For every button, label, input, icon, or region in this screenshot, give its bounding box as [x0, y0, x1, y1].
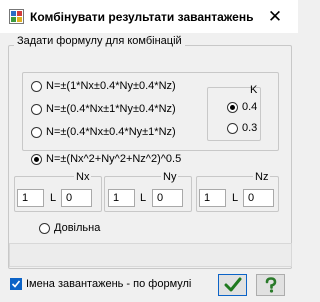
names-by-formula-label: Імена завантажень - по формулі	[26, 278, 192, 290]
nz-separator: L	[232, 192, 239, 204]
k-option-0-3[interactable]: 0.3	[227, 122, 257, 134]
range-label-ny: Ny	[161, 171, 179, 183]
nz-to-field[interactable]: 0	[243, 189, 274, 207]
range-label-nx: Nx	[74, 171, 92, 183]
range-label-nz: Nz	[253, 171, 271, 183]
radio-button-selected[interactable]	[31, 153, 42, 165]
custom-formula-option[interactable]: Довільна	[39, 222, 100, 234]
formula-option-label: N=±(0.4*Nx±0.4*Ny±1*Nz)	[46, 126, 176, 138]
radio-button[interactable]	[31, 80, 42, 92]
checkmark-icon	[11, 280, 21, 288]
formula-option-3[interactable]: N=±(0.4*Nx±0.4*Ny±1*Nz)	[31, 126, 176, 138]
window-title: Комбінувати результати завантажень	[30, 10, 254, 24]
help-button[interactable]	[256, 274, 285, 296]
radio-button[interactable]	[39, 222, 50, 234]
checkmark-icon	[224, 277, 241, 292]
ny-separator: L	[140, 192, 147, 204]
nx-from-field[interactable]: 1	[17, 189, 44, 207]
k-option-0-4[interactable]: 0.4	[227, 101, 257, 113]
ok-button[interactable]	[218, 274, 247, 296]
title-bar: Комбінувати результати завантажень ✕	[0, 0, 298, 33]
formula-option-label: N=±(0.4*Nx±1*Ny±0.4*Nz)	[46, 103, 176, 115]
formula-option-4[interactable]: N=±(Nx^2+Ny^2+Nz^2)^0.5	[31, 153, 181, 165]
question-icon	[265, 277, 276, 293]
names-by-formula-checkbox[interactable]	[10, 278, 22, 290]
nz-from-field[interactable]: 1	[199, 189, 226, 207]
ny-to-field[interactable]: 0	[152, 189, 183, 207]
radio-button[interactable]	[31, 126, 42, 138]
ny-from-field[interactable]: 1	[108, 189, 135, 207]
formula-option-label: N=±(Nx^2+Ny^2+Nz^2)^0.5	[46, 153, 182, 165]
nx-separator: L	[50, 192, 57, 204]
k-label: K	[250, 84, 258, 96]
formula-option-label: N=±(1*Nx±0.4*Ny±0.4*Nz)	[46, 80, 176, 92]
app-icon	[9, 9, 24, 24]
k-option-label: 0.3	[242, 122, 258, 134]
k-option-label: 0.4	[242, 101, 258, 113]
radio-button-selected[interactable]	[227, 101, 238, 113]
radio-button[interactable]	[31, 103, 42, 115]
formula-option-2[interactable]: N=±(0.4*Nx±1*Ny±0.4*Nz)	[31, 103, 176, 115]
formula-group-title: Задати формулу для комбінацій	[14, 35, 185, 47]
radio-button[interactable]	[227, 122, 238, 134]
nx-to-field[interactable]: 0	[61, 189, 92, 207]
custom-formula-label: Довільна	[54, 222, 101, 234]
close-icon[interactable]: ✕	[266, 8, 284, 26]
custom-formula-field[interactable]	[9, 243, 292, 267]
formula-option-1[interactable]: N=±(1*Nx±0.4*Ny±0.4*Nz)	[31, 80, 176, 92]
